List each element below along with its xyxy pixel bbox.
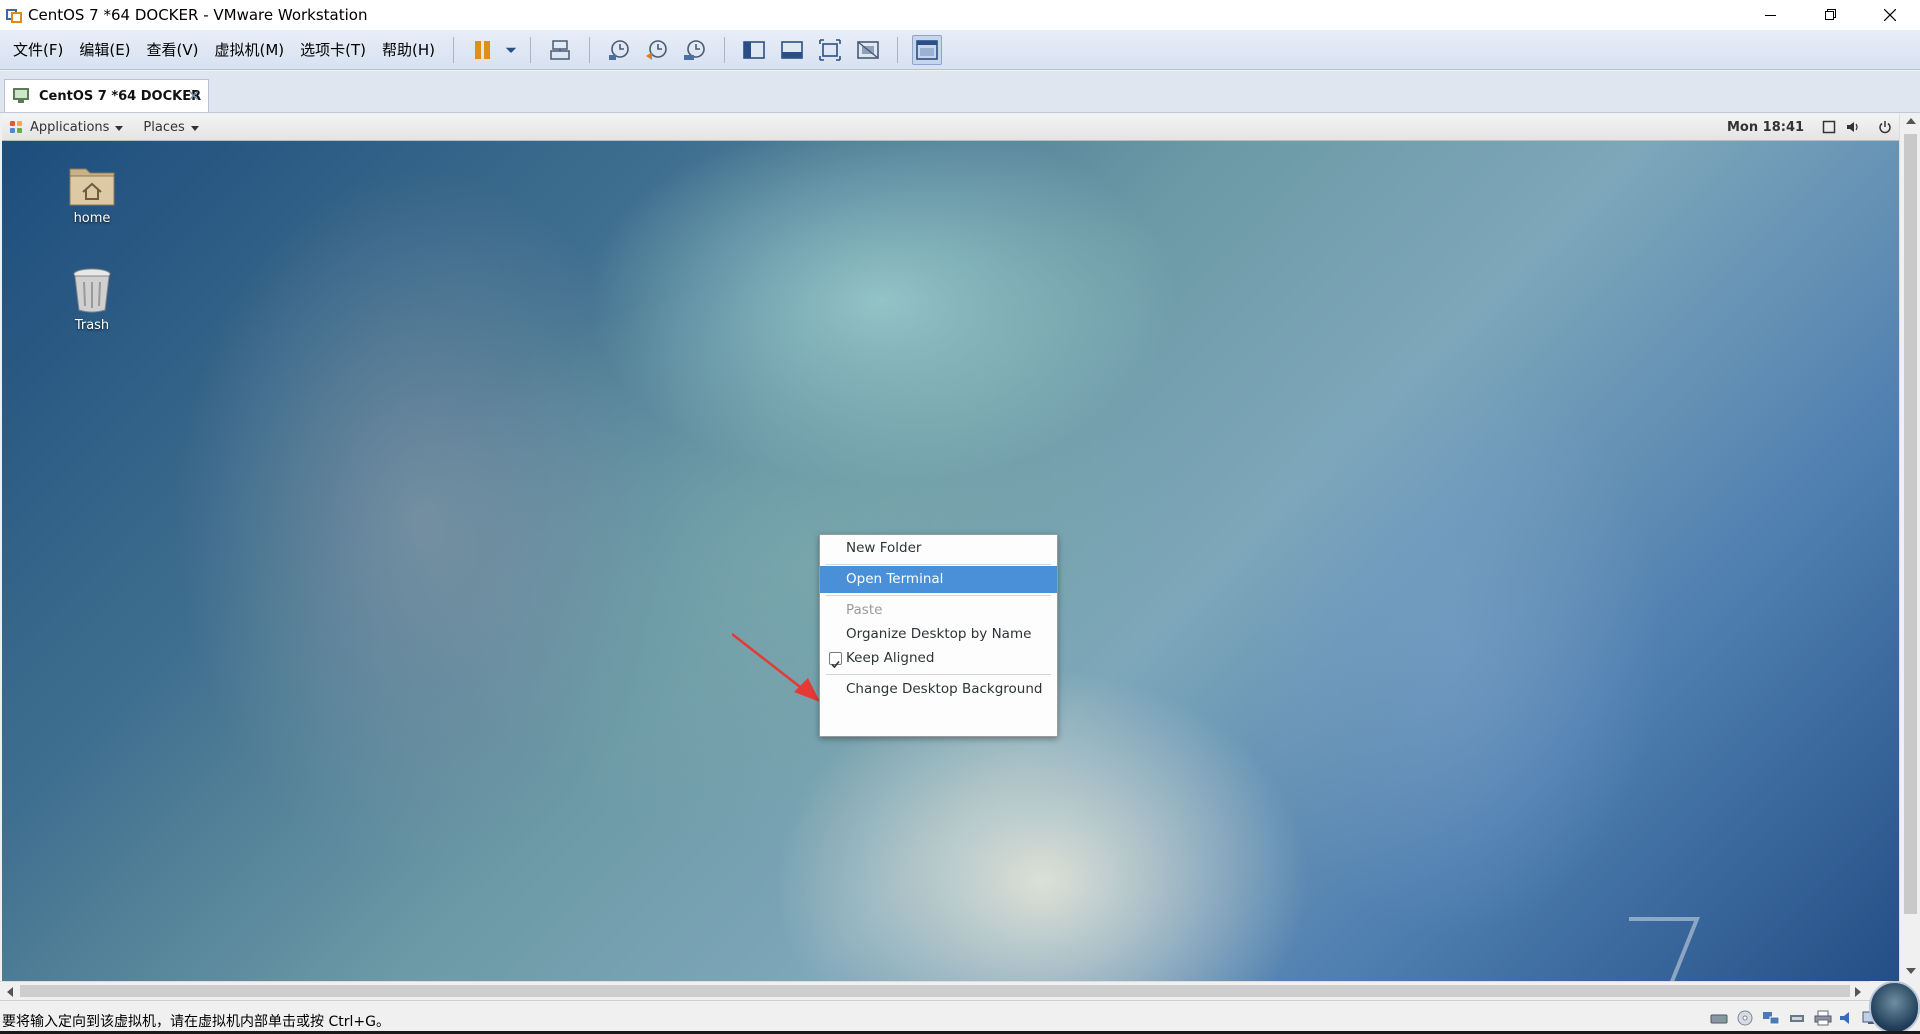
menu-item-open-terminal[interactable]: Open Terminal — [820, 566, 1057, 593]
menu-view[interactable]: 查看(V) — [139, 30, 207, 70]
window-title: CentOS 7 *64 DOCKER - VMware Workstation — [28, 6, 368, 24]
menu-separator — [826, 564, 1051, 565]
hard-disk-icon[interactable] — [1710, 1010, 1728, 1026]
desktop-context-menu: New Folder Open Terminal Paste Organize … — [819, 534, 1058, 737]
menu-item-paste[interactable]: Paste — [820, 597, 1057, 624]
trash-icon — [73, 268, 111, 313]
scroll-down-icon[interactable] — [1906, 968, 1916, 974]
tab-centos-docker[interactable]: CentOS 7 *64 DOCKER ✕ — [4, 79, 209, 112]
annotation-arrow — [732, 633, 820, 702]
revert-snapshot-icon — [646, 39, 667, 60]
show-library-icon — [743, 40, 765, 59]
send-ctrl-alt-del-button[interactable] — [545, 35, 575, 65]
full-screen-icon — [819, 38, 841, 61]
home-folder-icon — [69, 168, 115, 206]
status-bar: 要将输入定向到该虚拟机，请在虚拟机内部单击或按 Ctrl+G。 — [0, 1000, 1920, 1034]
power-icon[interactable] — [1878, 120, 1892, 134]
volume-icon[interactable] — [1846, 120, 1860, 134]
horizontal-scrollbar[interactable] — [0, 981, 1870, 1000]
desktop-icon-trash[interactable]: Trash — [47, 266, 137, 333]
scroll-left-icon[interactable] — [7, 987, 13, 997]
printer-icon[interactable] — [1814, 1010, 1832, 1026]
scroll-thumb[interactable] — [1904, 134, 1917, 914]
close-icon — [1884, 9, 1896, 21]
chevron-down-icon — [190, 125, 199, 131]
console-view-button[interactable] — [912, 34, 943, 65]
vm-icon — [13, 88, 31, 104]
console-view-icon — [916, 39, 938, 60]
restore-button[interactable] — [1800, 0, 1860, 30]
toolbar-separator — [897, 36, 899, 63]
applications-label: Applications — [30, 119, 110, 135]
menu-separator — [826, 674, 1051, 675]
places-label: Places — [143, 119, 185, 135]
desktop-icon-label: home — [73, 211, 111, 226]
menu-item-new-folder[interactable]: New Folder — [820, 535, 1057, 562]
vertical-scrollbar[interactable] — [1899, 114, 1920, 981]
cd-dvd-icon[interactable] — [1736, 1010, 1754, 1026]
vm-tab-strip: CentOS 7 *64 DOCKER ✕ — [0, 71, 1920, 113]
revert-snapshot-button[interactable] — [642, 35, 672, 65]
menu-tabs[interactable]: 选项卡(T) — [292, 30, 374, 70]
menu-item-organize-desktop[interactable]: Organize Desktop by Name — [820, 621, 1057, 648]
centos-seven-watermark — [1629, 917, 1700, 981]
menu-file[interactable]: 文件(F) — [5, 30, 71, 70]
scroll-right-icon[interactable] — [1855, 987, 1861, 997]
toolbar-separator — [453, 36, 455, 63]
pause-icon — [475, 40, 491, 59]
clock[interactable]: Mon 18:41 — [1727, 120, 1804, 135]
unity-icon — [857, 40, 879, 59]
sound-card-icon[interactable] — [1838, 1010, 1856, 1026]
menu-vm[interactable]: 虚拟机(M) — [207, 30, 293, 70]
unity-button[interactable] — [853, 35, 883, 65]
thumbnail-bar-icon — [781, 40, 803, 59]
show-library-button[interactable] — [739, 35, 769, 65]
menu-edit[interactable]: 编辑(E) — [71, 30, 138, 70]
checkbox-checked-icon — [829, 652, 842, 669]
gnome-top-panel: Applications Places Mon 18:41 — [2, 114, 1899, 141]
thumbnail-bar-button[interactable] — [777, 35, 807, 65]
minimize-icon — [1764, 14, 1776, 16]
send-ctrl-alt-del-icon — [550, 39, 570, 60]
usb-device-icon[interactable] — [1788, 1010, 1806, 1026]
snapshot-manager-button[interactable] — [680, 35, 710, 65]
chevron-down-icon — [505, 47, 517, 53]
vm-thumbnail[interactable] — [1869, 981, 1920, 1034]
pause-button[interactable] — [468, 35, 498, 65]
menu-item-keep-aligned[interactable]: Keep Aligned — [820, 645, 1057, 672]
network-adapter-icon[interactable] — [1762, 1010, 1780, 1026]
pause-dropdown-button[interactable] — [502, 35, 520, 65]
vmware-app-icon — [6, 7, 22, 23]
minimize-button[interactable] — [1740, 0, 1800, 30]
take-snapshot-button[interactable] — [604, 35, 634, 65]
screen-icon[interactable] — [1822, 120, 1836, 134]
desktop-icon-label: Trash — [74, 318, 110, 333]
close-window-button[interactable] — [1860, 0, 1920, 30]
desktop-icon-home[interactable]: home — [47, 163, 137, 226]
menu-separator — [826, 595, 1051, 596]
snapshot-icon — [609, 39, 629, 60]
menu-item-label: Keep Aligned — [846, 650, 935, 666]
menu-help[interactable]: 帮助(H) — [374, 30, 443, 70]
toolbar-separator — [530, 36, 532, 63]
menu-toolbar: 文件(F) 编辑(E) 查看(V) 虚拟机(M) 选项卡(T) 帮助(H) — [0, 30, 1920, 70]
menu-item-change-background[interactable]: Change Desktop Background — [820, 676, 1057, 703]
tab-close-icon[interactable]: ✕ — [187, 87, 200, 105]
scroll-thumb[interactable] — [20, 985, 1850, 997]
places-menu[interactable]: Places — [143, 119, 199, 135]
snapshot-manager-icon — [684, 39, 705, 60]
toolbar-separator — [589, 36, 591, 63]
chevron-down-icon — [115, 125, 124, 131]
applications-menu[interactable]: Applications — [10, 119, 124, 135]
title-bar: CentOS 7 *64 DOCKER - VMware Workstation — [0, 0, 1920, 30]
full-screen-button[interactable] — [815, 35, 845, 65]
tab-label: CentOS 7 *64 DOCKER — [39, 88, 202, 104]
gnome-foot-icon — [10, 120, 23, 134]
status-message: 要将输入定向到该虚拟机，请在虚拟机内部单击或按 Ctrl+G。 — [2, 1014, 390, 1030]
guest-screen[interactable]: Applications Places Mon 18:41 home Trash… — [2, 114, 1899, 981]
toolbar-separator — [724, 36, 726, 63]
scroll-up-icon[interactable] — [1906, 118, 1916, 124]
